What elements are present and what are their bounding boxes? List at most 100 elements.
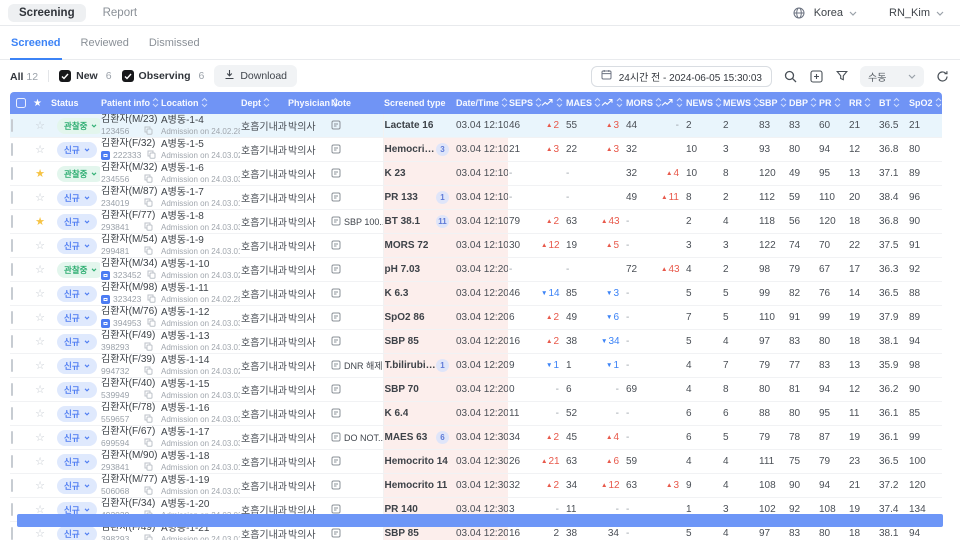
sort-icon[interactable] (715, 97, 722, 110)
patient-row[interactable]: ☆ 관찰중 김환자 (M/34) 323452 A병동-1-10 Admission on … (10, 257, 942, 282)
status-badge[interactable]: 신규 (57, 525, 97, 540)
col-header-sbp[interactable]: SBP (758, 92, 788, 114)
patient-row[interactable]: ☆ 신규 김환자 (M/90) 293841 A병동-1-18 Admission on 2… (10, 449, 942, 474)
note-cell[interactable] (330, 185, 383, 210)
copy-icon[interactable] (144, 486, 153, 497)
note-icon[interactable] (331, 360, 341, 372)
status-badge[interactable]: 신규 (57, 189, 97, 206)
row-checkbox-cell[interactable] (10, 185, 30, 210)
note-icon[interactable] (331, 288, 341, 300)
copy-icon[interactable] (144, 126, 153, 137)
copy-icon[interactable] (144, 390, 153, 401)
patient-row[interactable]: ★ 관찰중 김환자 (M/32) 234556 A병동-1-6 Admission on 2… (10, 161, 942, 186)
col-header-bt[interactable]: BT (878, 92, 908, 114)
row-checkbox[interactable] (11, 407, 13, 420)
sort-icon[interactable] (893, 97, 900, 110)
copy-icon[interactable] (144, 534, 153, 540)
status-badge[interactable]: 신규 (57, 357, 97, 374)
status-badge[interactable]: 신규 (57, 381, 97, 398)
col-header-news[interactable]: NEWS (685, 92, 722, 114)
note-cell[interactable] (330, 329, 383, 354)
row-checkbox-cell[interactable] (10, 281, 30, 306)
note-icon[interactable] (331, 120, 341, 132)
note-icon[interactable] (331, 456, 341, 468)
patient-row[interactable]: ☆ 신규 김환자 (M/77) 506068 A병동-1-19 Admission on 2… (10, 473, 942, 498)
row-checkbox[interactable] (11, 191, 13, 204)
patient-row[interactable]: ☆ 신규 김환자 (F/32) 222333 A병동-1-5 Admission on 24… (10, 137, 942, 162)
note-cell[interactable] (330, 401, 383, 426)
mode-select[interactable]: 수동 (860, 65, 924, 87)
copy-icon[interactable] (147, 150, 156, 161)
col-header-location[interactable]: Location (160, 92, 240, 114)
note-cell[interactable] (330, 161, 383, 186)
patient-row[interactable]: ★ 신규 김환자 (F/77) 293841 A병동-1-8 Admission on 24… (10, 209, 942, 234)
star-icon[interactable]: ☆ (30, 473, 50, 498)
row-checkbox-cell[interactable] (10, 257, 30, 282)
note-icon[interactable] (331, 264, 341, 276)
star-icon[interactable]: ☆ (30, 114, 50, 138)
patient-row[interactable]: ☆ 신규 김환자 (M/87) 234019 A병동-1-7 Admission on 24… (10, 185, 942, 210)
note-cell[interactable]: DNR 해제 (330, 353, 383, 378)
patient-row[interactable]: ☆ 신규 김환자 (F/78) 559657 A병동-1-16 Admission on 2… (10, 401, 942, 426)
tab-dismissed[interactable]: Dismissed (148, 29, 201, 60)
row-checkbox-cell[interactable] (10, 305, 30, 330)
note-cell[interactable] (330, 233, 383, 258)
patient-row[interactable]: ☆ 관찰중 김환자 (M/23) 123456 A병동-1-4 Admission on 2… (10, 114, 942, 138)
status-badge[interactable]: 신규 (57, 453, 97, 470)
row-checkbox-cell[interactable] (10, 353, 30, 378)
patient-row[interactable]: ☆ 신규 김환자 (F/67) 699594 A병동-1-17 Admission on 2… (10, 425, 942, 450)
row-checkbox-cell[interactable] (10, 233, 30, 258)
row-checkbox-cell[interactable] (10, 137, 30, 162)
copy-icon[interactable] (144, 222, 153, 233)
language-select[interactable]: Korea (814, 7, 857, 19)
star-icon[interactable]: ★ (30, 209, 50, 234)
star-icon[interactable]: ☆ (30, 257, 50, 282)
star-icon[interactable]: ☆ (30, 137, 50, 162)
patient-row[interactable]: ☆ 신규 김환자 (F/39) 994732 A병동-1-14 Admission on 2… (10, 353, 942, 378)
row-checkbox-cell[interactable] (10, 161, 30, 186)
search-icon[interactable] (782, 68, 798, 84)
note-cell[interactable] (330, 257, 383, 282)
status-badge[interactable]: 신규 (57, 405, 97, 422)
add-column-icon[interactable] (808, 68, 824, 84)
patient-row[interactable]: ☆ 신규 김환자 (M/76) 394953 A병동-1-12 Admission on 2… (10, 305, 942, 330)
tab-screened[interactable]: Screened (10, 29, 62, 60)
row-checkbox-cell[interactable] (10, 209, 30, 234)
col-header-dbp[interactable]: DBP (788, 92, 818, 114)
tab-reviewed[interactable]: Reviewed (80, 29, 130, 60)
row-checkbox-cell[interactable] (10, 425, 30, 450)
row-checkbox[interactable] (11, 287, 13, 300)
note-icon[interactable] (331, 384, 341, 396)
filter-observing-checkbox[interactable]: Observing 6 (121, 70, 204, 82)
col-header-rr[interactable]: RR (848, 92, 878, 114)
row-checkbox[interactable] (11, 455, 13, 468)
note-cell[interactable] (330, 449, 383, 474)
note-icon[interactable] (331, 480, 341, 492)
note-icon[interactable] (331, 432, 341, 444)
status-badge[interactable]: 신규 (57, 141, 97, 158)
note-icon[interactable] (331, 312, 341, 324)
sort-icon[interactable] (935, 97, 942, 110)
sort-icon[interactable] (834, 97, 841, 110)
status-badge[interactable]: 신규 (57, 429, 97, 446)
sort-icon[interactable] (152, 97, 159, 110)
download-button[interactable]: Download (214, 65, 298, 87)
filter-funnel-icon[interactable] (834, 68, 850, 84)
row-checkbox[interactable] (11, 479, 13, 492)
note-icon[interactable] (331, 192, 341, 204)
row-checkbox-cell[interactable] (10, 449, 30, 474)
filter-new-checkbox[interactable]: New 6 (59, 70, 112, 82)
col-header-date-time[interactable]: Date/Time (455, 92, 508, 114)
patient-row[interactable]: ☆ 신규 김환자 (M/98) 323423 A병동-1-11 Admission on 2… (10, 281, 942, 306)
sort-icon[interactable] (616, 97, 623, 110)
copy-icon[interactable] (144, 414, 153, 425)
status-badge[interactable]: 신규 (57, 333, 97, 350)
note-cell[interactable] (330, 473, 383, 498)
patient-row[interactable]: ☆ 신규 김환자 (F/40) 539949 A병동-1-15 Admission on 2… (10, 377, 942, 402)
sort-icon[interactable] (676, 97, 683, 110)
note-cell[interactable] (330, 137, 383, 162)
trend-column-header[interactable] (660, 92, 685, 114)
row-checkbox-cell[interactable] (10, 329, 30, 354)
trend-column-header[interactable] (540, 92, 565, 114)
user-menu[interactable]: RN_Kim (889, 7, 944, 19)
